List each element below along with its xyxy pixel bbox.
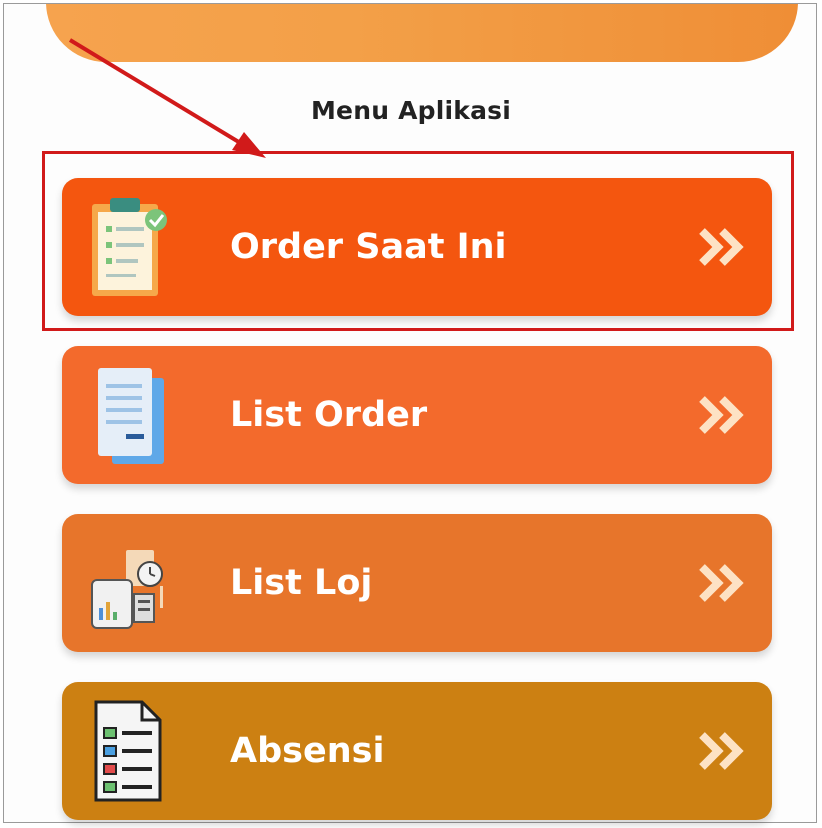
menu-item-label: List Order — [230, 395, 428, 435]
reports-clock-icon — [91, 550, 163, 629]
menu-item-label: Absensi — [230, 731, 385, 771]
menu-item-absensi[interactable]: Absensi — [62, 682, 772, 820]
highlight-box — [42, 151, 794, 331]
menu-item-label: List Loj — [230, 563, 373, 603]
double-chevron-right-icon — [698, 682, 746, 820]
document-list-icon — [98, 368, 164, 464]
menu-item-list-order[interactable]: List Order — [62, 346, 772, 484]
attendance-checklist-icon — [94, 700, 162, 802]
menu-item-list-loj[interactable]: List Loj — [62, 514, 772, 652]
header-banner — [46, 4, 798, 62]
double-chevron-right-icon — [698, 514, 746, 652]
menu-title: Menu Aplikasi — [310, 96, 512, 125]
double-chevron-right-icon — [698, 346, 746, 484]
